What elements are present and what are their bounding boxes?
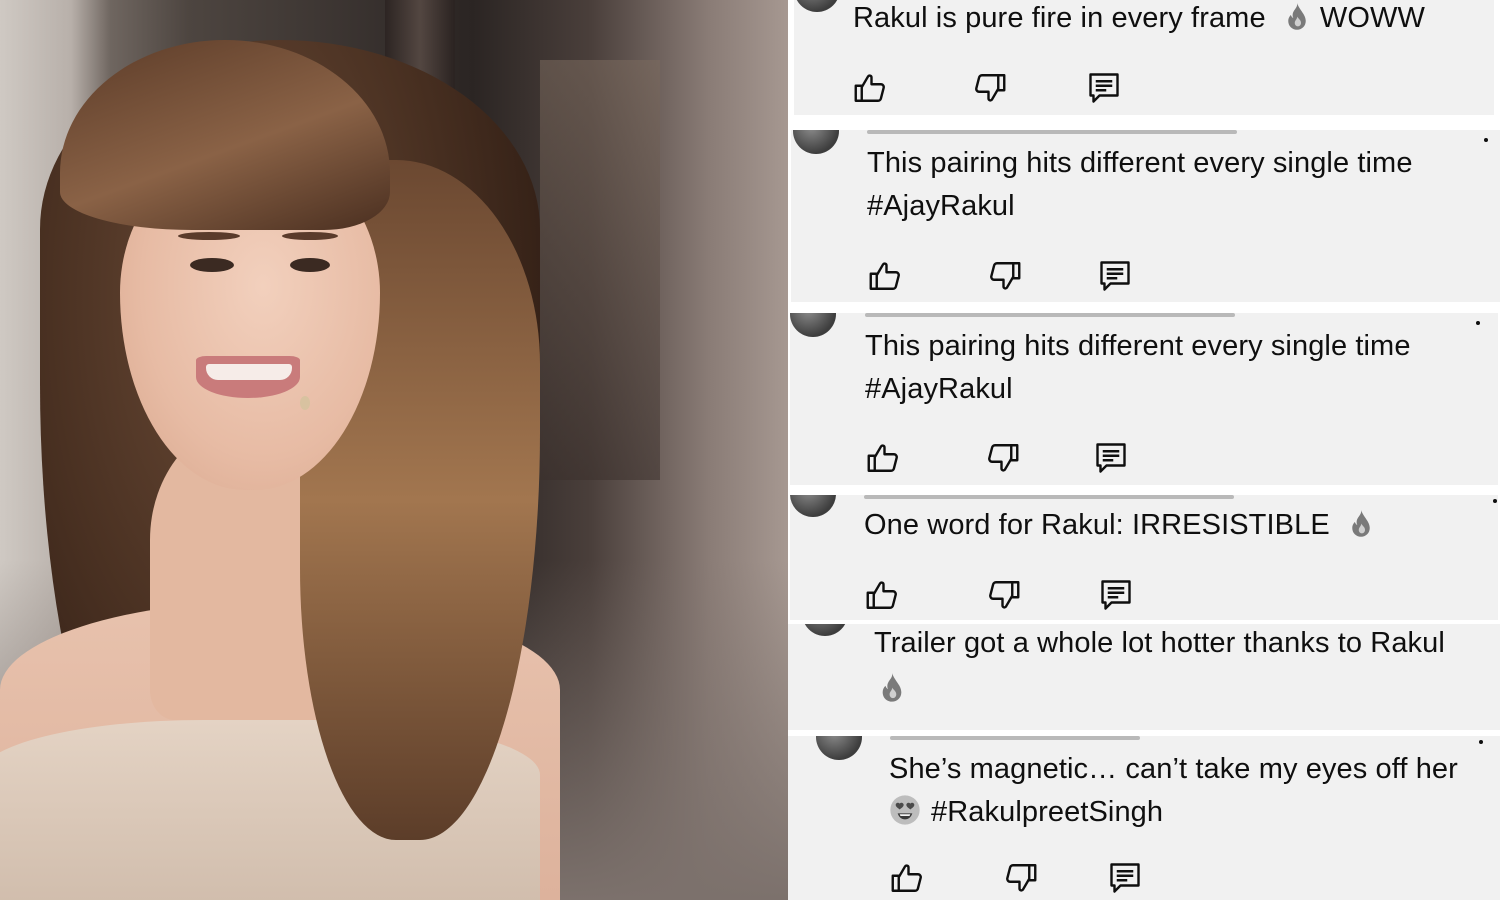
more-vertical-icon[interactable] bbox=[1493, 499, 1497, 503]
reply-icon[interactable] bbox=[1086, 70, 1122, 106]
comment-card: This pairing hits different every single… bbox=[790, 313, 1498, 485]
thumbs-down-icon[interactable] bbox=[987, 258, 1023, 294]
comment-text: She’s magnetic… can’t take my eyes off h… bbox=[889, 748, 1458, 834]
comment-line: This pairing hits different every single… bbox=[867, 147, 1413, 179]
thumbs-up-icon[interactable] bbox=[852, 70, 888, 106]
thumbs-down-icon[interactable] bbox=[986, 577, 1022, 613]
comment-actions bbox=[864, 577, 1164, 617]
reply-icon[interactable] bbox=[1097, 258, 1133, 294]
background-window bbox=[540, 60, 660, 480]
comment-card: Rakul is pure fire in every frame WOWW bbox=[794, 0, 1494, 115]
comment-meta-cut bbox=[867, 130, 1237, 134]
avatar bbox=[794, 0, 840, 12]
thumbs-up-icon[interactable] bbox=[864, 577, 900, 613]
right-eyebrow bbox=[282, 232, 338, 240]
avatar bbox=[790, 313, 836, 337]
comment-meta-cut bbox=[890, 736, 1140, 740]
hashtag[interactable]: #AjayRakul bbox=[865, 368, 1411, 411]
hashtag[interactable]: #RakulpreetSingh bbox=[931, 796, 1163, 828]
right-eye bbox=[290, 258, 330, 272]
comment-line: Trailer got a whole lot hotter thanks to… bbox=[874, 627, 1445, 659]
avatar bbox=[802, 624, 848, 636]
hero-photo bbox=[0, 0, 788, 900]
more-vertical-icon[interactable] bbox=[1479, 740, 1483, 744]
comment-text: This pairing hits different every single… bbox=[865, 325, 1411, 411]
left-eyebrow bbox=[178, 232, 240, 240]
avatar bbox=[790, 495, 836, 517]
heart-eyes-emoji-icon bbox=[889, 794, 921, 826]
fire-emoji-icon bbox=[876, 671, 908, 703]
comment-actions bbox=[889, 860, 1189, 900]
fire-emoji-icon bbox=[1346, 508, 1376, 538]
left-eye bbox=[190, 258, 234, 272]
comment-line: Rakul is pure fire in every frame bbox=[853, 2, 1266, 34]
comment-text: Rakul is pure fire in every frame WOWW bbox=[853, 0, 1425, 40]
avatar bbox=[816, 736, 862, 760]
comment-actions bbox=[867, 258, 1167, 298]
comment-actions bbox=[852, 70, 1152, 110]
thumbs-up-icon[interactable] bbox=[867, 258, 903, 294]
more-vertical-icon[interactable] bbox=[1484, 138, 1488, 142]
thumbs-down-icon[interactable] bbox=[1003, 860, 1039, 896]
comment-text: Trailer got a whole lot hotter thanks to… bbox=[874, 624, 1445, 708]
comment-text: This pairing hits different every single… bbox=[867, 142, 1413, 228]
comment-card: This pairing hits different every single… bbox=[791, 130, 1500, 302]
thumbs-down-icon[interactable] bbox=[972, 70, 1008, 106]
comment-actions bbox=[865, 440, 1165, 480]
avatar bbox=[793, 130, 839, 154]
teeth bbox=[206, 364, 292, 380]
comment-line: This pairing hits different every single… bbox=[865, 330, 1411, 362]
reply-icon[interactable] bbox=[1093, 440, 1129, 476]
more-vertical-icon[interactable] bbox=[1476, 321, 1480, 325]
comment-meta-cut bbox=[865, 313, 1235, 317]
earring bbox=[300, 396, 310, 410]
comment-card: One word for Rakul: IRRESISTIBLE bbox=[790, 495, 1498, 620]
comment-meta-cut bbox=[864, 495, 1234, 499]
comment-line: One word for Rakul: IRRESISTIBLE bbox=[864, 509, 1330, 541]
thumbs-down-icon[interactable] bbox=[985, 440, 1021, 476]
thumbs-up-icon[interactable] bbox=[865, 440, 901, 476]
comment-card: She’s magnetic… can’t take my eyes off h… bbox=[788, 736, 1500, 900]
comment-line: She’s magnetic… can’t take my eyes off h… bbox=[889, 753, 1458, 785]
thumbs-up-icon[interactable] bbox=[889, 860, 925, 896]
fire-emoji-icon bbox=[1282, 1, 1312, 31]
comment-card: Trailer got a whole lot hotter thanks to… bbox=[788, 624, 1500, 730]
reply-icon[interactable] bbox=[1107, 860, 1143, 896]
reply-icon[interactable] bbox=[1098, 577, 1134, 613]
hashtag[interactable]: #AjayRakul bbox=[867, 185, 1413, 228]
comment-line: WOWW bbox=[1319, 2, 1425, 34]
comments-collage: Rakul is pure fire in every frame WOWW T… bbox=[788, 0, 1500, 900]
comment-text: One word for Rakul: IRRESISTIBLE bbox=[864, 504, 1376, 547]
